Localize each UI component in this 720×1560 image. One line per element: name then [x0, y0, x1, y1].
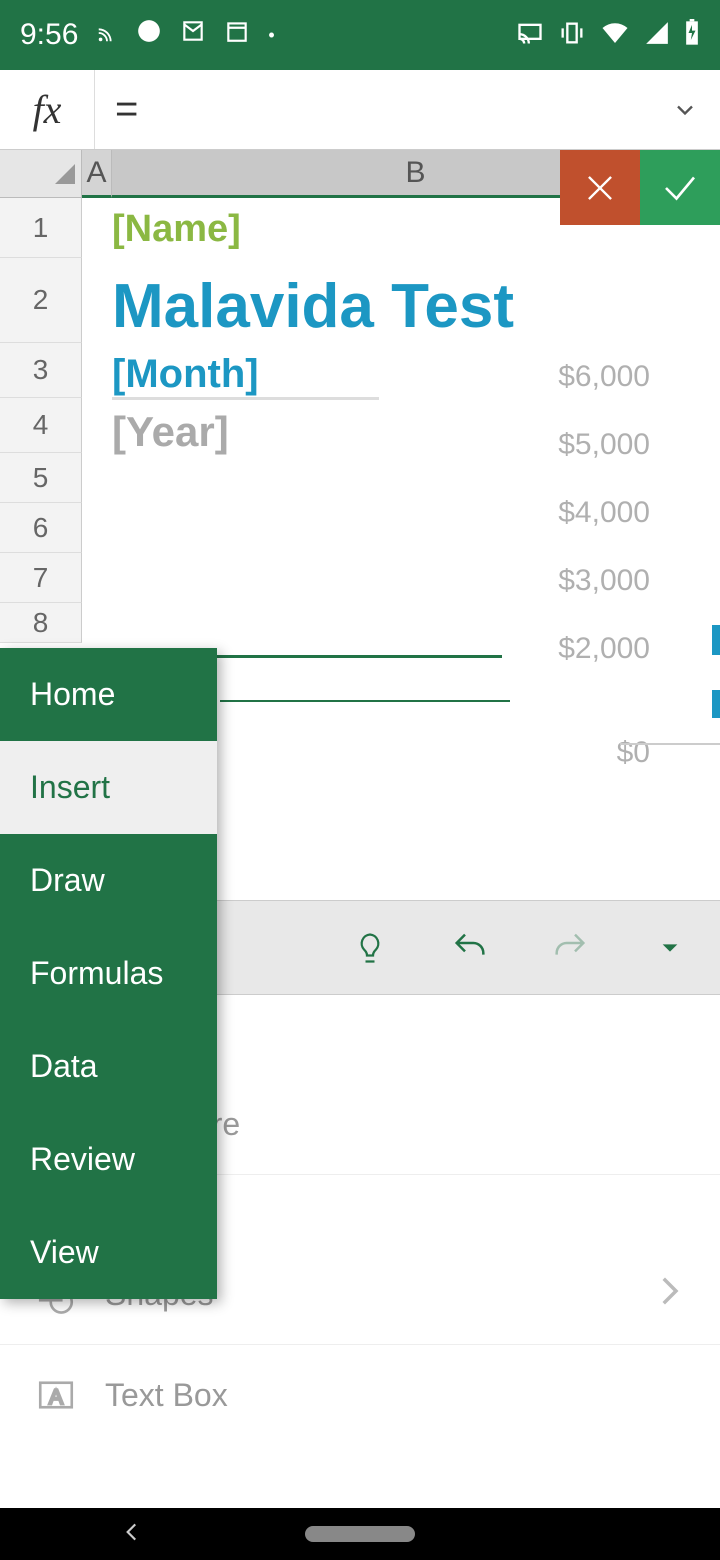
- row-header[interactable]: 8: [0, 603, 82, 643]
- yaxis-tick: $5,000: [558, 428, 650, 462]
- triangle-down-icon: [659, 937, 681, 959]
- option-label: Text Box: [105, 1377, 228, 1414]
- row-header[interactable]: 5: [0, 453, 82, 503]
- row-header[interactable]: 6: [0, 503, 82, 553]
- name-placeholder[interactable]: [Name]: [112, 208, 720, 251]
- yaxis-tick: $3,000: [558, 564, 650, 598]
- status-time: 9:56: [20, 18, 78, 52]
- chart-yaxis: $6,000 $5,000 $4,000 $3,000 $2,000 $0: [558, 360, 650, 804]
- cast-icon: [516, 19, 544, 52]
- menu-dropdown-button[interactable]: [650, 928, 690, 968]
- back-button[interactable]: [119, 1519, 145, 1550]
- ribbon-tab-review[interactable]: Review: [0, 1113, 217, 1206]
- column-header-a[interactable]: A: [82, 150, 112, 198]
- yaxis-tick: $2,000: [558, 632, 650, 666]
- insert-textbox-option[interactable]: A Text Box: [0, 1345, 720, 1445]
- status-bar: 9:56 •: [0, 0, 720, 70]
- ribbon-tab-formulas[interactable]: Formulas: [0, 927, 217, 1020]
- row-header[interactable]: 3: [0, 343, 82, 398]
- chart-bar: [712, 690, 720, 718]
- undo-button[interactable]: [450, 928, 490, 968]
- svg-text:A: A: [49, 1386, 63, 1409]
- chevron-left-icon: [119, 1519, 145, 1545]
- dot-icon: •: [268, 25, 274, 46]
- chevron-right-icon: [648, 1270, 690, 1320]
- month-placeholder[interactable]: [Month]: [112, 352, 379, 400]
- fx-label[interactable]: fx: [0, 70, 95, 149]
- yaxis-tick: $0: [558, 736, 650, 770]
- chart-axis-line: [620, 743, 720, 745]
- circle-icon: [136, 18, 162, 52]
- undo-icon: [450, 928, 490, 968]
- selection-border: [220, 700, 510, 702]
- ribbon-tab-home[interactable]: Home: [0, 648, 217, 741]
- row-header[interactable]: 1: [0, 198, 82, 258]
- ribbon-menu: Home Insert Draw Formulas Data Review Vi…: [0, 648, 217, 1299]
- ribbon-tab-view[interactable]: View: [0, 1206, 217, 1299]
- chevron-down-icon: [671, 96, 699, 124]
- formula-input[interactable]: [95, 87, 650, 132]
- ribbon-tab-insert[interactable]: Insert: [0, 741, 217, 834]
- battery-charging-icon: [684, 19, 700, 52]
- row-header[interactable]: 4: [0, 398, 82, 453]
- row-header[interactable]: 2: [0, 258, 82, 343]
- redo-button[interactable]: [550, 928, 590, 968]
- wifi-icon: [600, 18, 630, 53]
- textbox-icon: A: [35, 1374, 77, 1416]
- row-header[interactable]: 7: [0, 553, 82, 603]
- android-nav-bar: [0, 1508, 720, 1560]
- yaxis-tick: $6,000: [558, 360, 650, 394]
- redo-icon: [550, 928, 590, 968]
- calendar-icon: [224, 18, 250, 52]
- mail-icon: [180, 18, 206, 52]
- signal-icon: [644, 20, 670, 51]
- lightbulb-icon: [352, 930, 388, 966]
- row-headers: 1 2 3 4 5 6 7 8: [0, 198, 82, 643]
- formula-expand-button[interactable]: [650, 96, 720, 124]
- vibrate-icon: [558, 19, 586, 52]
- home-pill[interactable]: [305, 1526, 415, 1542]
- chart-bar: [712, 625, 720, 655]
- select-all-corner[interactable]: [0, 150, 82, 198]
- ribbon-tab-data[interactable]: Data: [0, 1020, 217, 1113]
- ideas-button[interactable]: [350, 928, 390, 968]
- cast-indicator-icon: [96, 18, 118, 52]
- title-cell[interactable]: Malavida Test: [112, 271, 720, 342]
- formula-bar: fx: [0, 70, 720, 150]
- yaxis-tick: $4,000: [558, 496, 650, 530]
- ribbon-tab-draw[interactable]: Draw: [0, 834, 217, 927]
- triangle-icon: [53, 162, 77, 186]
